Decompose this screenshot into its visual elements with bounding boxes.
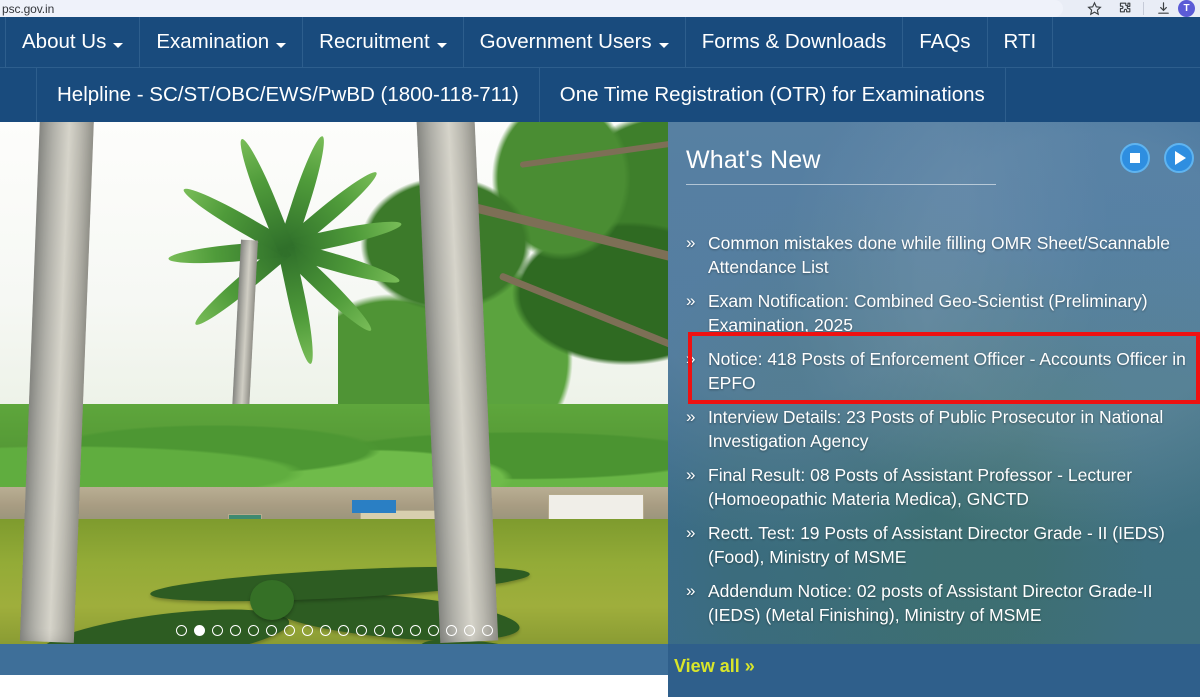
news-item[interactable]: » Notice: 418 Posts of Enforcement Office…: [686, 347, 1200, 395]
news-item-text: Common mistakes done while filling OMR S…: [708, 233, 1171, 277]
nav-item-rti[interactable]: RTI: [988, 17, 1054, 67]
profile-avatar-initial: T: [1183, 3, 1190, 14]
shrub-ball: [250, 580, 294, 620]
awning: [352, 500, 396, 513]
double-chevron-icon: »: [686, 291, 696, 310]
carousel-dot-2[interactable]: [193, 625, 205, 636]
carousel-slide-image: [0, 122, 668, 644]
news-item-text: Final Result: 08 Posts of Assistant Prof…: [708, 465, 1133, 509]
news-item[interactable]: » Exam Notification: Combined Geo-Scienti…: [686, 289, 1200, 337]
address-bar-url: psc.gov.in: [2, 1, 55, 16]
extensions-puzzle-icon[interactable]: [1109, 0, 1139, 17]
double-chevron-icon: »: [686, 233, 696, 252]
carousel-dot-18[interactable]: [481, 625, 493, 636]
nav-item-examination[interactable]: Examination: [140, 17, 304, 67]
carousel-dot-10[interactable]: [337, 625, 349, 636]
carousel-dot-17[interactable]: [463, 625, 475, 636]
stop-icon: [1130, 153, 1140, 163]
nav-item-recruitment[interactable]: Recruitment: [303, 17, 464, 67]
carousel-dot-12[interactable]: [373, 625, 385, 636]
profile-avatar[interactable]: T: [1178, 0, 1195, 17]
double-chevron-icon: »: [686, 407, 696, 426]
carousel-dot-16[interactable]: [445, 625, 457, 636]
subnav-item-helpline[interactable]: Helpline - SC/ST/OBC/EWS/PwBD (1800-118-…: [36, 68, 540, 122]
carousel-dot-3[interactable]: [211, 625, 223, 636]
news-item[interactable]: » Addendum Notice: 02 posts of Assistant …: [686, 579, 1200, 627]
main-content: What's New » Common mistakes done while f…: [0, 122, 1200, 697]
news-item[interactable]: » Final Result: 08 Posts of Assistant Pro…: [686, 463, 1200, 511]
nav-item-label: RTI: [1003, 30, 1037, 53]
stop-scroll-button[interactable]: [1120, 143, 1150, 173]
view-all-link[interactable]: View all »: [668, 644, 755, 677]
play-scroll-button[interactable]: [1164, 143, 1194, 173]
whats-new-list: » Common mistakes done while filling OMR …: [686, 231, 1200, 627]
news-item[interactable]: » Interview Details: 23 Posts of Public P…: [686, 405, 1200, 453]
nav-item-label: FAQs: [919, 30, 971, 53]
nav-item-label: Forms & Downloads: [701, 30, 887, 53]
nav-item-about-us[interactable]: About Us: [5, 17, 141, 67]
double-chevron-icon: »: [686, 523, 696, 542]
carousel-dot-14[interactable]: [409, 625, 421, 636]
carousel-dot-15[interactable]: [427, 625, 439, 636]
nav-item-label: About Us: [22, 30, 107, 53]
news-item-text: Exam Notification: Combined Geo-Scientis…: [708, 291, 1148, 335]
address-bar[interactable]: psc.gov.in: [0, 0, 1063, 17]
carousel-dot-1[interactable]: [175, 625, 187, 636]
whats-new-body: What's New » Common mistakes done while f…: [668, 122, 1200, 627]
nav-item-label: Examination: [156, 30, 270, 53]
carousel-dot-8[interactable]: [301, 625, 313, 636]
double-chevron-icon: »: [686, 465, 696, 484]
hero-carousel[interactable]: [0, 122, 668, 644]
double-chevron-icon: »: [686, 349, 696, 368]
news-item[interactable]: » Common mistakes done while filling OMR …: [686, 231, 1200, 279]
carousel-dot-4[interactable]: [229, 625, 241, 636]
toolbar-divider: [1143, 2, 1144, 15]
nav-item-forms-downloads[interactable]: Forms & Downloads: [686, 17, 904, 67]
chevron-down-icon: [276, 42, 287, 48]
chevron-down-icon: [436, 42, 447, 48]
main-navigation: About Us Examination Recruitment Government…: [0, 17, 1200, 68]
secondary-navigation: Helpline - SC/ST/OBC/EWS/PwBD (1800-118-…: [0, 68, 1200, 122]
main-navigation-list: About Us Examination Recruitment Government…: [0, 17, 1200, 68]
title-underline: [686, 184, 996, 185]
bookmark-star-icon[interactable]: [1079, 0, 1109, 17]
subnav-item-otr[interactable]: One Time Registration (OTR) for Examinat…: [540, 68, 1006, 122]
view-all-bar: View all »: [668, 644, 1200, 697]
news-item[interactable]: » Rectt. Test: 19 Posts of Assistant Dire…: [686, 521, 1200, 569]
whats-new-panel: What's New » Common mistakes done while f…: [668, 122, 1200, 644]
carousel-indicator-dots[interactable]: [0, 625, 668, 636]
subnav-item-label: One Time Registration (OTR) for Examinat…: [559, 83, 985, 106]
carousel-dot-6[interactable]: [265, 625, 277, 636]
browser-action-icons: T: [1079, 0, 1200, 17]
chevron-down-icon: [658, 42, 669, 48]
news-item-text: Interview Details: 23 Posts of Public Pr…: [708, 407, 1164, 451]
browser-toolbar: psc.gov.in T: [0, 0, 1200, 17]
downloads-icon[interactable]: [1148, 0, 1178, 17]
carousel-dot-11[interactable]: [355, 625, 367, 636]
double-chevron-icon: »: [686, 581, 696, 600]
chevron-down-icon: [113, 42, 124, 48]
whats-new-controls: [1120, 143, 1194, 173]
news-item-text: Notice: 418 Posts of Enforcement Officer…: [708, 349, 1186, 393]
news-item-text: Addendum Notice: 02 posts of Assistant D…: [708, 581, 1153, 625]
play-icon: [1175, 151, 1186, 165]
palm-crown: [167, 133, 418, 366]
nav-item-faqs[interactable]: FAQs: [903, 17, 988, 67]
nav-item-label: Government Users: [479, 30, 652, 53]
nav-item-government-users[interactable]: Government Users: [464, 17, 686, 67]
carousel-dot-7[interactable]: [283, 625, 295, 636]
news-item-text: Rectt. Test: 19 Posts of Assistant Direc…: [708, 523, 1165, 567]
carousel-dot-13[interactable]: [391, 625, 403, 636]
nav-item-label: Recruitment: [319, 30, 430, 53]
subnav-item-label: Helpline - SC/ST/OBC/EWS/PwBD (1800-118-…: [57, 83, 519, 106]
carousel-dot-5[interactable]: [247, 625, 259, 636]
carousel-dot-9[interactable]: [319, 625, 331, 636]
